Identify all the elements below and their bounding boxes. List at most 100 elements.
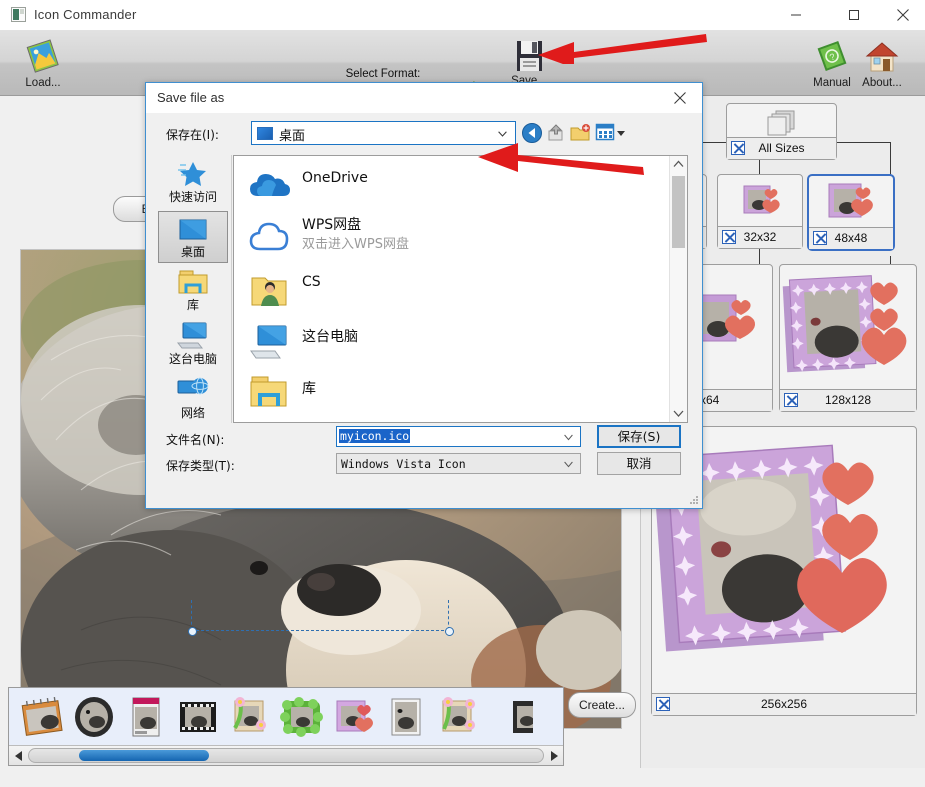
icon-preview-32 [743,185,780,214]
list-item[interactable] [487,695,534,739]
selection-marquee[interactable] [188,600,454,636]
up-one-level-button[interactable] [545,122,567,144]
save-file-dialog: Save file as 保存在(I): 桌面 快速访问 桌面 库 这台电脑 网… [145,82,703,509]
sidebar-item-library[interactable]: 库 [158,265,228,317]
close-icon [897,9,909,21]
stacked-pages-icon [767,110,795,136]
maximize-button[interactable] [831,0,877,30]
back-icon [522,123,542,143]
size-label: 32x32 [743,230,777,244]
this-pc-icon [158,319,228,350]
list-item[interactable]: OneDrive [234,160,664,212]
list-item[interactable] [331,695,377,739]
list-item[interactable]: 库 [234,368,664,420]
chevron-down-icon[interactable] [564,461,573,468]
file-list-scrollbar[interactable] [669,156,687,422]
dialog-close-button[interactable] [658,83,702,113]
scroll-up-icon[interactable] [670,156,687,173]
size-card-footer: 32x32 [718,226,802,248]
filetype-value: Windows Vista Icon [341,457,466,471]
sidebar-item-label: 库 [186,298,199,312]
template-flower-frame-icon [233,697,266,732]
new-folder-button[interactable] [569,122,591,144]
filename-label: 文件名(N): [166,433,225,447]
template-calendar-icon [21,696,63,736]
size-card-128x128[interactable]: 128x128 [779,264,917,412]
template-plain-frame-icon [391,698,421,736]
icon-preview-48 [828,183,873,218]
filetype-select[interactable]: Windows Vista Icon [336,453,581,474]
size-label: 256x256 [760,697,808,711]
save-button[interactable]: Save... [490,36,568,87]
sidebar-item-network[interactable]: 网络 [158,373,228,425]
scroll-right-icon[interactable] [545,746,562,765]
chevron-down-icon[interactable] [564,434,573,441]
window-title: Icon Commander [34,7,137,22]
cancel-button[interactable]: 取消 [597,452,681,475]
create-button[interactable]: Create... [568,692,636,718]
views-button[interactable] [595,122,617,144]
list-item[interactable] [383,695,429,739]
back-button[interactable] [521,122,543,144]
about-button[interactable]: About... [843,38,921,89]
places-bar: 快速访问 桌面 库 这台电脑 网络 [156,155,232,423]
list-item[interactable] [227,695,273,739]
app-icon [11,7,26,22]
sidebar-item-label: 这台电脑 [168,352,217,366]
list-item[interactable] [71,695,117,739]
file-name: 这台电脑 [302,329,358,345]
save-location-combobox[interactable]: 桌面 [251,121,516,145]
template-partial-icon [513,701,534,733]
scroll-left-icon[interactable] [10,746,27,765]
scroll-down-icon[interactable] [670,405,687,422]
size-card-all-sizes[interactable]: All Sizes [726,103,837,160]
file-list-scroll-thumb[interactable] [672,176,685,248]
minimize-button[interactable] [773,0,819,30]
file-name: 库 [302,381,316,397]
template-filmstrip[interactable] [8,687,564,766]
filmstrip-scrollbar[interactable] [9,745,563,765]
list-item[interactable] [279,695,325,739]
save-confirm-button[interactable]: 保存(S) [597,425,681,448]
list-item[interactable]: WPS网盘 双击进入WPS网盘 [234,212,664,264]
views-dropdown-icon [617,131,625,136]
sidebar-item-label: 快速访问 [168,190,217,204]
filename-value: myicon.ico [339,429,411,443]
list-item[interactable]: CS [234,264,664,316]
sidebar-item-this-pc[interactable]: 这台电脑 [158,319,228,371]
views-icon [595,123,615,141]
size-card-32x32[interactable]: 32x32 [717,174,803,249]
selection-handle-right[interactable] [445,627,454,636]
file-name: CS [302,274,321,290]
onedrive-icon [248,166,290,206]
views-dropdown-button[interactable] [615,122,627,144]
list-item[interactable]: 这台电脑 [234,316,664,368]
dialog-body: 保存在(I): 桌面 快速访问 桌面 库 这台电脑 网络 OneDrive WP… [146,113,702,508]
load-button[interactable]: Load... [4,38,82,89]
list-item[interactable] [19,695,65,739]
sidebar-item-quick-access[interactable]: 快速访问 [158,157,228,209]
chevron-down-icon [498,131,507,137]
selection-dash [191,630,449,631]
list-item[interactable] [435,695,481,739]
network-icon [158,373,228,404]
size-card-48x48[interactable]: 48x48 [807,174,895,251]
filename-input[interactable]: myicon.ico [336,426,581,447]
quick-access-icon [158,157,228,188]
list-item[interactable] [123,695,169,739]
close-icon [674,92,686,104]
icon-preview-128 [782,275,907,373]
template-magazine-icon [132,697,160,737]
size-thumb [780,265,916,389]
filmstrip-scroll-track[interactable] [28,748,544,763]
file-list[interactable]: OneDrive WPS网盘 双击进入WPS网盘 CS 这台电脑 库 [233,155,688,423]
sidebar-item-desktop[interactable]: 桌面 [158,211,228,263]
size-thumb [727,104,836,137]
list-item[interactable] [175,695,221,739]
file-name: OneDrive [302,170,368,186]
selection-handle-left[interactable] [188,627,197,636]
size-thumb [718,175,802,226]
resize-grip[interactable] [689,495,699,505]
close-button[interactable] [880,0,925,30]
filmstrip-scroll-thumb[interactable] [79,750,209,761]
